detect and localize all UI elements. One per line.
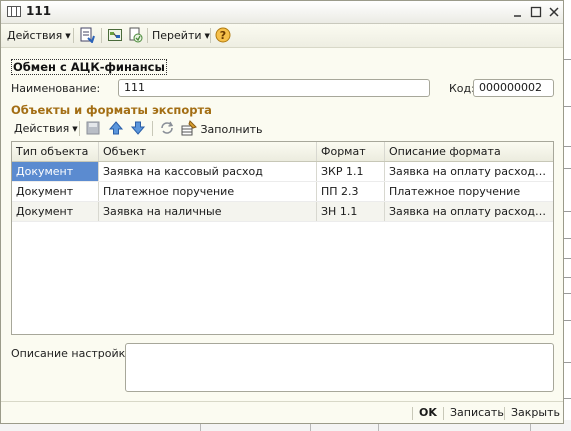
- fill-label: Заполнить: [200, 123, 263, 136]
- window-title: 111: [26, 4, 52, 18]
- objects-table[interactable]: Тип объекта Объект Формат Описание форма…: [11, 141, 554, 335]
- post-document-icon[interactable]: [79, 27, 95, 44]
- save-button[interactable]: Записать: [450, 406, 504, 419]
- actions-menu[interactable]: Действия ▼: [7, 27, 71, 44]
- actions-menu-label: Действия: [7, 29, 63, 42]
- goto-menu-label: Перейти: [152, 29, 202, 42]
- dialog-footer: OK Записать Закрыть: [1, 401, 563, 424]
- cell-object[interactable]: Платежное поручение: [99, 182, 317, 201]
- close-dialog-button[interactable]: Закрыть: [511, 406, 560, 419]
- code-label: Код:: [449, 82, 475, 95]
- cell-object-type[interactable]: Документ: [12, 182, 99, 201]
- chevron-down-icon: ▼: [65, 32, 71, 40]
- objects-actions-label: Действия: [14, 122, 70, 135]
- table-header: Тип объекта Объект Формат Описание форма…: [12, 142, 553, 162]
- cell-object[interactable]: Заявка на кассовый расход: [99, 162, 317, 181]
- column-header-format-description[interactable]: Описание формата: [385, 142, 553, 161]
- table-icon: [7, 6, 21, 17]
- cell-format-description[interactable]: Заявка на оплату расходов (З...: [385, 202, 553, 221]
- column-header-object-type[interactable]: Тип объекта: [12, 142, 99, 161]
- table-row[interactable]: Документ Заявка на кассовый расход ЗКР 1…: [12, 162, 553, 182]
- table-row[interactable]: Документ Заявка на наличные ЗН 1.1 Заявк…: [12, 202, 553, 222]
- cell-object-type[interactable]: Документ: [12, 162, 99, 181]
- page-title: Обмен с АЦК-финансы: [11, 59, 167, 75]
- minimize-button[interactable]: [510, 4, 526, 20]
- description-label: Описание настройки:: [11, 347, 137, 360]
- name-label: Наименование:: [11, 82, 101, 95]
- dialog-window: 111 Действия ▼ Перейти ▼ ? Обмен с АЦК-ф…: [0, 0, 564, 424]
- close-button[interactable]: [546, 4, 562, 20]
- maximize-button[interactable]: [528, 4, 544, 20]
- structure-icon[interactable]: [107, 27, 123, 44]
- cell-format-description[interactable]: Платежное поручение: [385, 182, 553, 201]
- objects-actions-menu[interactable]: Действия ▼: [14, 120, 78, 137]
- help-icon[interactable]: ?: [215, 27, 231, 44]
- objects-section-title: Объекты и форматы экспорта: [11, 103, 212, 117]
- move-down-icon[interactable]: [130, 120, 146, 137]
- title-bar: 111: [1, 1, 563, 24]
- refresh-icon[interactable]: [159, 120, 175, 137]
- cell-object[interactable]: Заявка на наличные: [99, 202, 317, 221]
- chevron-down-icon: ▼: [72, 125, 78, 133]
- fill-button[interactable]: Заполнить: [181, 120, 262, 137]
- cell-object-type[interactable]: Документ: [12, 202, 99, 221]
- objects-toolbar: Действия ▼ Заполнить: [11, 119, 554, 139]
- column-header-format[interactable]: Формат: [317, 142, 385, 161]
- code-field[interactable]: 000000002: [473, 79, 554, 97]
- print-icon[interactable]: [127, 27, 143, 44]
- cell-format-description[interactable]: Заявка на оплату расходов (З...: [385, 162, 553, 181]
- table-row[interactable]: Документ Платежное поручение ПП 2.3 Плат…: [12, 182, 553, 202]
- goto-menu[interactable]: Перейти ▼: [152, 27, 210, 44]
- cell-format[interactable]: ЗН 1.1: [317, 202, 385, 221]
- svg-text:?: ?: [220, 29, 226, 42]
- main-toolbar: Действия ▼ Перейти ▼ ?: [1, 24, 563, 48]
- save-icon[interactable]: [85, 120, 101, 137]
- column-header-object[interactable]: Объект: [99, 142, 317, 161]
- cell-format[interactable]: ПП 2.3: [317, 182, 385, 201]
- ok-button[interactable]: OK: [419, 406, 437, 419]
- move-up-icon[interactable]: [108, 120, 124, 137]
- name-field[interactable]: 111: [118, 79, 430, 97]
- description-field[interactable]: [125, 343, 554, 392]
- cell-format[interactable]: ЗКР 1.1: [317, 162, 385, 181]
